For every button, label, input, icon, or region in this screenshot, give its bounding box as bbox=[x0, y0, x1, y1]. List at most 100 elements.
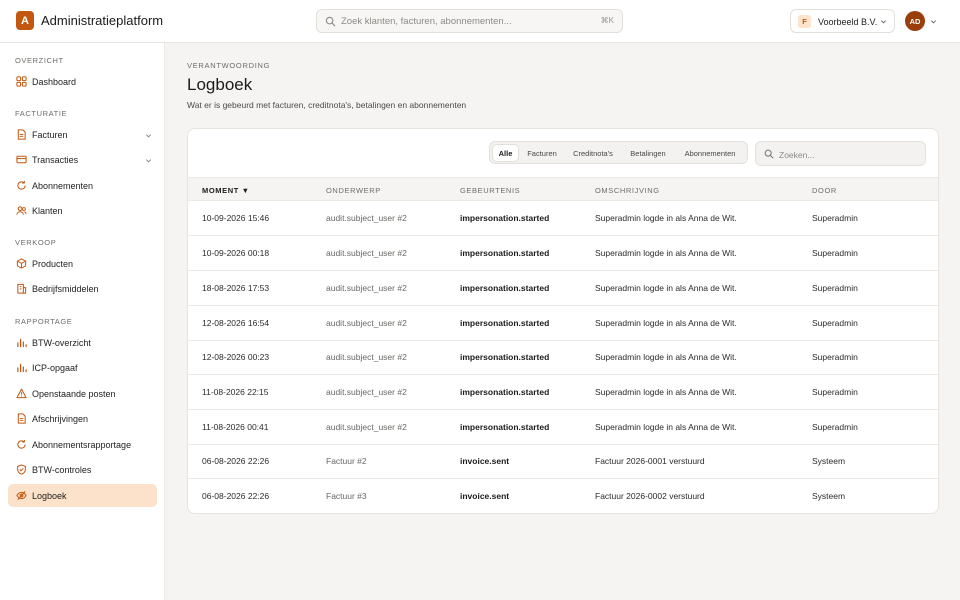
global-search-input[interactable]: Zoek klanten, facturen, abonnementen... … bbox=[316, 9, 623, 33]
cell-gebeurtenis: impersonation.started bbox=[460, 352, 550, 362]
filter-betalingen[interactable]: Betalingen bbox=[623, 145, 673, 161]
cell-door: Superadmin bbox=[812, 352, 858, 362]
cell-onderwerp: Factuur #3 bbox=[326, 491, 367, 501]
cell-door: Systeem bbox=[812, 491, 846, 501]
cell-omschrijving: Superadmin logde in als Anna de Wit. bbox=[595, 352, 737, 362]
cell-moment: 11-08-2026 22:15 bbox=[202, 387, 269, 397]
bar-chart-icon bbox=[17, 363, 27, 373]
sidebar-item-openstaande-posten[interactable]: Openstaande posten bbox=[8, 382, 157, 405]
column-header-onderwerp[interactable]: ONDERWERP bbox=[326, 186, 381, 195]
sidebar-item-facturen[interactable]: Facturen bbox=[8, 123, 157, 146]
document-icon bbox=[17, 413, 26, 424]
chevron-down-icon[interactable] bbox=[145, 157, 152, 164]
sidebar-item-dashboard[interactable]: Dashboard bbox=[8, 70, 157, 93]
sidebar-item-bedrijfsmiddelen[interactable]: Bedrijfsmiddelen bbox=[8, 277, 157, 300]
sidebar-item-afschrijvingen[interactable]: Afschrijvingen bbox=[8, 407, 157, 430]
column-header-gebeurtenis[interactable]: GEBEURTENIS bbox=[460, 186, 520, 195]
table-row[interactable]: 12-08-2026 16:54 audit.subject_user #2 i… bbox=[188, 306, 938, 341]
cell-onderwerp: Factuur #2 bbox=[326, 456, 367, 466]
sidebar-item-klanten[interactable]: Klanten bbox=[8, 199, 157, 222]
sidebar-item-abonnementsrapportage[interactable]: Abonnementsrapportage bbox=[8, 433, 157, 456]
filter-abonnementen[interactable]: Abonnementen bbox=[676, 145, 744, 161]
cell-door: Superadmin bbox=[812, 422, 858, 432]
filter-creditnotas[interactable]: Creditnota's bbox=[565, 145, 621, 161]
sidebar-item-label: Transacties bbox=[32, 155, 79, 165]
cell-door: Superadmin bbox=[812, 283, 858, 293]
organization-switcher[interactable]: F Voorbeeld B.V. bbox=[790, 9, 895, 33]
cell-omschrijving: Superadmin logde in als Anna de Wit. bbox=[595, 422, 737, 432]
warning-icon bbox=[16, 388, 27, 399]
cell-omschrijving: Superadmin logde in als Anna de Wit. bbox=[595, 283, 737, 293]
cell-door: Superadmin bbox=[812, 213, 858, 223]
chevron-down-icon[interactable] bbox=[930, 18, 937, 25]
cell-gebeurtenis: impersonation.started bbox=[460, 387, 550, 397]
sort-desc-icon: ▼ bbox=[241, 186, 250, 195]
cell-onderwerp: audit.subject_user #2 bbox=[326, 283, 407, 293]
search-placeholder: Zoek klanten, facturen, abonnementen... bbox=[341, 16, 512, 27]
refresh-icon bbox=[17, 439, 26, 449]
box-icon bbox=[16, 258, 27, 269]
sidebar-item-producten[interactable]: Producten bbox=[8, 252, 157, 275]
sidebar-item-icp-opgaaf[interactable]: ICP-opgaaf bbox=[8, 356, 157, 379]
column-header-omschrijving[interactable]: OMSCHRIJVING bbox=[595, 186, 660, 195]
shield-icon bbox=[17, 464, 26, 475]
sidebar-item-label: Abonnementen bbox=[32, 181, 94, 191]
cell-gebeurtenis: invoice.sent bbox=[460, 456, 510, 466]
filter-facturen[interactable]: Facturen bbox=[521, 145, 563, 161]
sidebar-item-label: Afschrijvingen bbox=[32, 414, 89, 424]
user-avatar[interactable]: AD bbox=[905, 11, 925, 31]
table-row[interactable]: 06-08-2026 22:26 Factuur #2 invoice.sent… bbox=[188, 444, 938, 479]
sidebar-item-abonnementen[interactable]: Abonnementen bbox=[8, 174, 157, 197]
cell-door: Systeem bbox=[812, 456, 846, 466]
table-row[interactable]: 10-09-2026 15:46 audit.subject_user #2 i… bbox=[188, 201, 938, 236]
table-row[interactable]: 10-09-2026 00:18 audit.subject_user #2 i… bbox=[188, 236, 938, 271]
table-row[interactable]: 06-08-2026 22:26 Factuur #3 invoice.sent… bbox=[188, 479, 938, 513]
column-header-door[interactable]: DOOR bbox=[812, 186, 837, 195]
sidebar-item-btw-overzicht[interactable]: BTW-overzicht bbox=[8, 331, 157, 354]
cell-gebeurtenis: invoice.sent bbox=[460, 491, 510, 501]
table-row[interactable]: 12-08-2026 00:23 audit.subject_user #2 i… bbox=[188, 340, 938, 375]
sidebar-item-transacties[interactable]: Transacties bbox=[8, 148, 157, 171]
card-icon bbox=[16, 155, 27, 164]
page-subtitle: Wat er is gebeurd met facturen, creditno… bbox=[187, 100, 467, 110]
search-icon bbox=[764, 149, 774, 159]
cell-onderwerp: audit.subject_user #2 bbox=[326, 248, 407, 258]
cell-moment: 18-08-2026 17:53 bbox=[202, 283, 270, 293]
cell-moment: 06-08-2026 22:26 bbox=[202, 491, 270, 501]
grid-icon bbox=[16, 76, 27, 87]
cell-onderwerp: audit.subject_user #2 bbox=[326, 387, 407, 397]
cell-onderwerp: audit.subject_user #2 bbox=[326, 352, 407, 362]
table-row[interactable]: 18-08-2026 17:53 audit.subject_user #2 i… bbox=[188, 271, 938, 306]
table-header: MOMENT ▼ ONDERWERP GEBEURTENIS OMSCHRIJV… bbox=[188, 177, 938, 201]
eye-off-icon bbox=[16, 491, 27, 500]
cell-moment: 06-08-2026 22:26 bbox=[202, 456, 270, 466]
table-search-input[interactable]: Zoeken... bbox=[755, 141, 926, 166]
cell-door: Superadmin bbox=[812, 318, 858, 328]
table-row[interactable]: 11-08-2026 22:15 audit.subject_user #2 i… bbox=[188, 375, 938, 410]
top-bar: A Administratieplatform Zoek klanten, fa… bbox=[0, 0, 960, 43]
search-icon bbox=[325, 16, 336, 27]
chevron-down-icon[interactable] bbox=[145, 132, 152, 139]
app-logo[interactable]: A bbox=[16, 11, 34, 30]
sidebar-item-label: BTW-overzicht bbox=[32, 338, 91, 348]
cell-door: Superadmin bbox=[812, 248, 858, 258]
table-row[interactable]: 11-08-2026 00:41 audit.subject_user #2 i… bbox=[188, 410, 938, 445]
section-title-facturatie: FACTURATIE bbox=[15, 109, 68, 118]
cell-omschrijving: Superadmin logde in als Anna de Wit. bbox=[595, 248, 737, 258]
filter-segmented-control: Alle Facturen Creditnota's Betalingen Ab… bbox=[489, 141, 748, 164]
column-header-moment[interactable]: MOMENT ▼ bbox=[202, 186, 250, 195]
sidebar-item-label: Openstaande posten bbox=[32, 389, 116, 399]
filter-alle[interactable]: Alle bbox=[493, 145, 518, 161]
cell-gebeurtenis: impersonation.started bbox=[460, 283, 550, 293]
app-title[interactable]: Administratieplatform bbox=[41, 13, 163, 28]
sidebar-item-btw-controles[interactable]: BTW-controles bbox=[8, 458, 157, 481]
cell-gebeurtenis: impersonation.started bbox=[460, 248, 550, 258]
page-title: Logboek bbox=[187, 75, 253, 94]
sidebar-item-logboek[interactable]: Logboek bbox=[8, 484, 157, 507]
table-search-placeholder: Zoeken... bbox=[779, 150, 815, 160]
cell-gebeurtenis: impersonation.started bbox=[460, 318, 550, 328]
cell-gebeurtenis: impersonation.started bbox=[460, 213, 550, 223]
cell-moment: 10-09-2026 00:18 bbox=[202, 248, 270, 258]
section-title-verkoop: VERKOOP bbox=[15, 238, 57, 247]
cell-omschrijving: Factuur 2026-0001 verstuurd bbox=[595, 456, 705, 466]
